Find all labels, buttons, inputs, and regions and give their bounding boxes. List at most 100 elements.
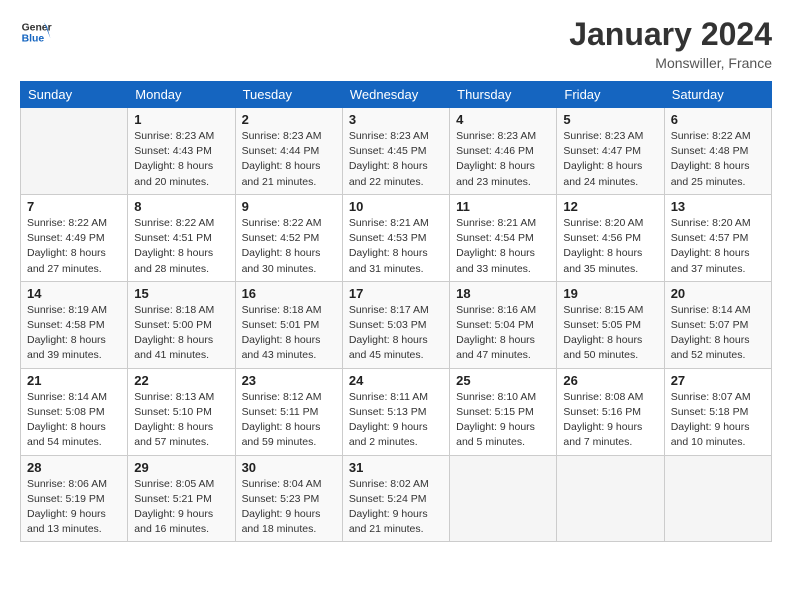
table-row: 12 Sunrise: 8:20 AMSunset: 4:56 PMDaylig…	[557, 194, 664, 281]
table-row: 17 Sunrise: 8:17 AMSunset: 5:03 PMDaylig…	[342, 281, 449, 368]
col-thursday: Thursday	[450, 82, 557, 108]
day-info: Sunrise: 8:02 AMSunset: 5:24 PMDaylight:…	[349, 477, 443, 538]
day-info: Sunrise: 8:11 AMSunset: 5:13 PMDaylight:…	[349, 390, 443, 451]
day-number: 24	[349, 373, 443, 388]
day-info: Sunrise: 8:20 AMSunset: 4:57 PMDaylight:…	[671, 216, 765, 277]
table-row: 24 Sunrise: 8:11 AMSunset: 5:13 PMDaylig…	[342, 368, 449, 455]
table-row: 5 Sunrise: 8:23 AMSunset: 4:47 PMDayligh…	[557, 108, 664, 195]
logo: General Blue	[20, 16, 52, 48]
day-number: 12	[563, 199, 657, 214]
day-number: 13	[671, 199, 765, 214]
svg-text:General: General	[22, 22, 52, 33]
table-row: 14 Sunrise: 8:19 AMSunset: 4:58 PMDaylig…	[21, 281, 128, 368]
day-info: Sunrise: 8:17 AMSunset: 5:03 PMDaylight:…	[349, 303, 443, 364]
col-monday: Monday	[128, 82, 235, 108]
day-number: 8	[134, 199, 228, 214]
calendar-table: Sunday Monday Tuesday Wednesday Thursday…	[20, 81, 772, 542]
table-row: 15 Sunrise: 8:18 AMSunset: 5:00 PMDaylig…	[128, 281, 235, 368]
day-info: Sunrise: 8:05 AMSunset: 5:21 PMDaylight:…	[134, 477, 228, 538]
day-info: Sunrise: 8:15 AMSunset: 5:05 PMDaylight:…	[563, 303, 657, 364]
day-info: Sunrise: 8:18 AMSunset: 5:00 PMDaylight:…	[134, 303, 228, 364]
day-info: Sunrise: 8:06 AMSunset: 5:19 PMDaylight:…	[27, 477, 121, 538]
day-info: Sunrise: 8:07 AMSunset: 5:18 PMDaylight:…	[671, 390, 765, 451]
table-row: 28 Sunrise: 8:06 AMSunset: 5:19 PMDaylig…	[21, 455, 128, 542]
table-row: 6 Sunrise: 8:22 AMSunset: 4:48 PMDayligh…	[664, 108, 771, 195]
table-row: 25 Sunrise: 8:10 AMSunset: 5:15 PMDaylig…	[450, 368, 557, 455]
day-info: Sunrise: 8:22 AMSunset: 4:48 PMDaylight:…	[671, 129, 765, 190]
table-row: 31 Sunrise: 8:02 AMSunset: 5:24 PMDaylig…	[342, 455, 449, 542]
day-info: Sunrise: 8:21 AMSunset: 4:53 PMDaylight:…	[349, 216, 443, 277]
table-row: 22 Sunrise: 8:13 AMSunset: 5:10 PMDaylig…	[128, 368, 235, 455]
table-row	[21, 108, 128, 195]
day-number: 23	[242, 373, 336, 388]
col-tuesday: Tuesday	[235, 82, 342, 108]
day-info: Sunrise: 8:14 AMSunset: 5:07 PMDaylight:…	[671, 303, 765, 364]
table-row: 20 Sunrise: 8:14 AMSunset: 5:07 PMDaylig…	[664, 281, 771, 368]
table-row: 27 Sunrise: 8:07 AMSunset: 5:18 PMDaylig…	[664, 368, 771, 455]
table-row: 8 Sunrise: 8:22 AMSunset: 4:51 PMDayligh…	[128, 194, 235, 281]
day-number: 5	[563, 112, 657, 127]
day-info: Sunrise: 8:22 AMSunset: 4:51 PMDaylight:…	[134, 216, 228, 277]
day-number: 30	[242, 460, 336, 475]
table-row: 29 Sunrise: 8:05 AMSunset: 5:21 PMDaylig…	[128, 455, 235, 542]
table-row: 19 Sunrise: 8:15 AMSunset: 5:05 PMDaylig…	[557, 281, 664, 368]
svg-text:Blue: Blue	[22, 34, 45, 45]
day-number: 20	[671, 286, 765, 301]
day-info: Sunrise: 8:22 AMSunset: 4:52 PMDaylight:…	[242, 216, 336, 277]
day-number: 6	[671, 112, 765, 127]
table-row	[664, 455, 771, 542]
day-number: 19	[563, 286, 657, 301]
day-info: Sunrise: 8:23 AMSunset: 4:45 PMDaylight:…	[349, 129, 443, 190]
day-number: 3	[349, 112, 443, 127]
day-number: 17	[349, 286, 443, 301]
day-info: Sunrise: 8:13 AMSunset: 5:10 PMDaylight:…	[134, 390, 228, 451]
table-row: 9 Sunrise: 8:22 AMSunset: 4:52 PMDayligh…	[235, 194, 342, 281]
day-number: 29	[134, 460, 228, 475]
day-number: 15	[134, 286, 228, 301]
col-wednesday: Wednesday	[342, 82, 449, 108]
table-row: 13 Sunrise: 8:20 AMSunset: 4:57 PMDaylig…	[664, 194, 771, 281]
title-block: January 2024 Monswiller, France	[569, 16, 772, 71]
day-info: Sunrise: 8:23 AMSunset: 4:43 PMDaylight:…	[134, 129, 228, 190]
day-number: 4	[456, 112, 550, 127]
day-info: Sunrise: 8:18 AMSunset: 5:01 PMDaylight:…	[242, 303, 336, 364]
day-info: Sunrise: 8:10 AMSunset: 5:15 PMDaylight:…	[456, 390, 550, 451]
day-number: 14	[27, 286, 121, 301]
page: General Blue January 2024 Monswiller, Fr…	[0, 0, 792, 612]
day-number: 1	[134, 112, 228, 127]
day-number: 2	[242, 112, 336, 127]
day-number: 18	[456, 286, 550, 301]
table-row: 3 Sunrise: 8:23 AMSunset: 4:45 PMDayligh…	[342, 108, 449, 195]
table-row: 23 Sunrise: 8:12 AMSunset: 5:11 PMDaylig…	[235, 368, 342, 455]
day-number: 16	[242, 286, 336, 301]
table-row: 4 Sunrise: 8:23 AMSunset: 4:46 PMDayligh…	[450, 108, 557, 195]
day-number: 11	[456, 199, 550, 214]
table-row: 7 Sunrise: 8:22 AMSunset: 4:49 PMDayligh…	[21, 194, 128, 281]
table-row: 21 Sunrise: 8:14 AMSunset: 5:08 PMDaylig…	[21, 368, 128, 455]
location: Monswiller, France	[569, 55, 772, 71]
day-number: 10	[349, 199, 443, 214]
header: General Blue January 2024 Monswiller, Fr…	[20, 16, 772, 71]
table-row: 1 Sunrise: 8:23 AMSunset: 4:43 PMDayligh…	[128, 108, 235, 195]
table-row: 30 Sunrise: 8:04 AMSunset: 5:23 PMDaylig…	[235, 455, 342, 542]
day-info: Sunrise: 8:23 AMSunset: 4:47 PMDaylight:…	[563, 129, 657, 190]
day-number: 28	[27, 460, 121, 475]
day-number: 27	[671, 373, 765, 388]
col-friday: Friday	[557, 82, 664, 108]
month-title: January 2024	[569, 16, 772, 53]
day-info: Sunrise: 8:20 AMSunset: 4:56 PMDaylight:…	[563, 216, 657, 277]
table-row: 26 Sunrise: 8:08 AMSunset: 5:16 PMDaylig…	[557, 368, 664, 455]
table-row	[450, 455, 557, 542]
day-number: 26	[563, 373, 657, 388]
day-info: Sunrise: 8:16 AMSunset: 5:04 PMDaylight:…	[456, 303, 550, 364]
day-info: Sunrise: 8:23 AMSunset: 4:46 PMDaylight:…	[456, 129, 550, 190]
day-number: 25	[456, 373, 550, 388]
table-row: 18 Sunrise: 8:16 AMSunset: 5:04 PMDaylig…	[450, 281, 557, 368]
day-number: 22	[134, 373, 228, 388]
day-info: Sunrise: 8:19 AMSunset: 4:58 PMDaylight:…	[27, 303, 121, 364]
day-info: Sunrise: 8:14 AMSunset: 5:08 PMDaylight:…	[27, 390, 121, 451]
col-sunday: Sunday	[21, 82, 128, 108]
day-number: 31	[349, 460, 443, 475]
table-row: 16 Sunrise: 8:18 AMSunset: 5:01 PMDaylig…	[235, 281, 342, 368]
day-info: Sunrise: 8:22 AMSunset: 4:49 PMDaylight:…	[27, 216, 121, 277]
